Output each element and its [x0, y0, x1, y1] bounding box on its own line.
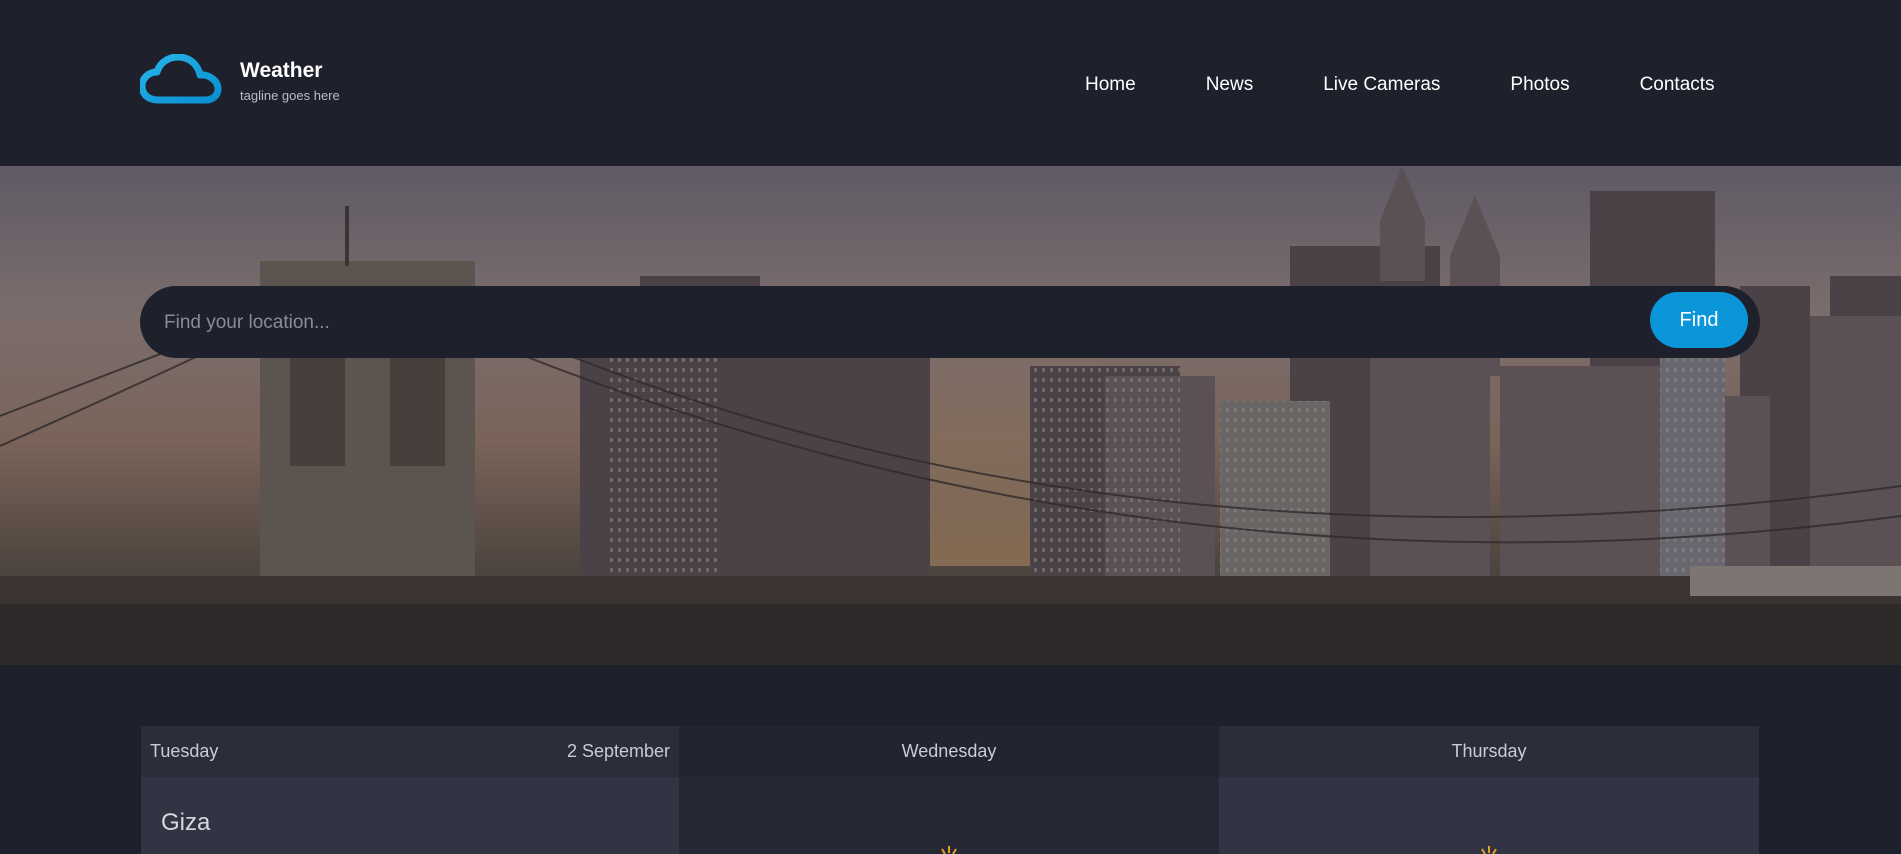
forecast-day-header: Wednesday	[679, 726, 1219, 777]
find-button[interactable]: Find	[1650, 292, 1748, 348]
forecast-today-header: Tuesday 2 September	[141, 726, 679, 777]
nav-contacts[interactable]: Contacts	[1640, 74, 1715, 96]
forecast-today-date: 2 September	[566, 741, 670, 761]
sun-icon	[941, 846, 957, 854]
forecast-day-header: Thursday	[1219, 726, 1759, 777]
forecast-location: Giza	[161, 809, 211, 836]
location-search-input[interactable]	[162, 286, 1566, 360]
nav-home[interactable]: Home	[1085, 74, 1136, 96]
cloud-icon	[140, 54, 222, 104]
forecast-today-day: Tuesday	[150, 741, 219, 761]
site-title: Weather	[240, 59, 323, 82]
sun-icon	[1481, 846, 1497, 854]
nav-news[interactable]: News	[1206, 74, 1254, 96]
nav-live-cameras[interactable]: Live Cameras	[1323, 74, 1440, 96]
site-tagline: tagline goes here	[240, 88, 340, 103]
forecast-day-wednesday: Wednesday	[679, 726, 1219, 854]
main-nav: Home News Live Cameras Photos Contacts	[1085, 74, 1715, 96]
location-search: Find	[140, 286, 1760, 360]
hero-banner: Find	[0, 166, 1901, 665]
forecast-panel: Tuesday 2 September Giza Wednesday Thurs…	[141, 726, 1759, 854]
forecast-today: Tuesday 2 September Giza	[141, 726, 679, 854]
forecast-day-thursday: Thursday	[1219, 726, 1759, 854]
site-header: Weather tagline goes here Home News Live…	[0, 0, 1901, 166]
brand[interactable]: Weather tagline goes here	[140, 54, 340, 106]
nav-photos[interactable]: Photos	[1510, 74, 1569, 96]
city-skyline-image	[0, 166, 1901, 665]
